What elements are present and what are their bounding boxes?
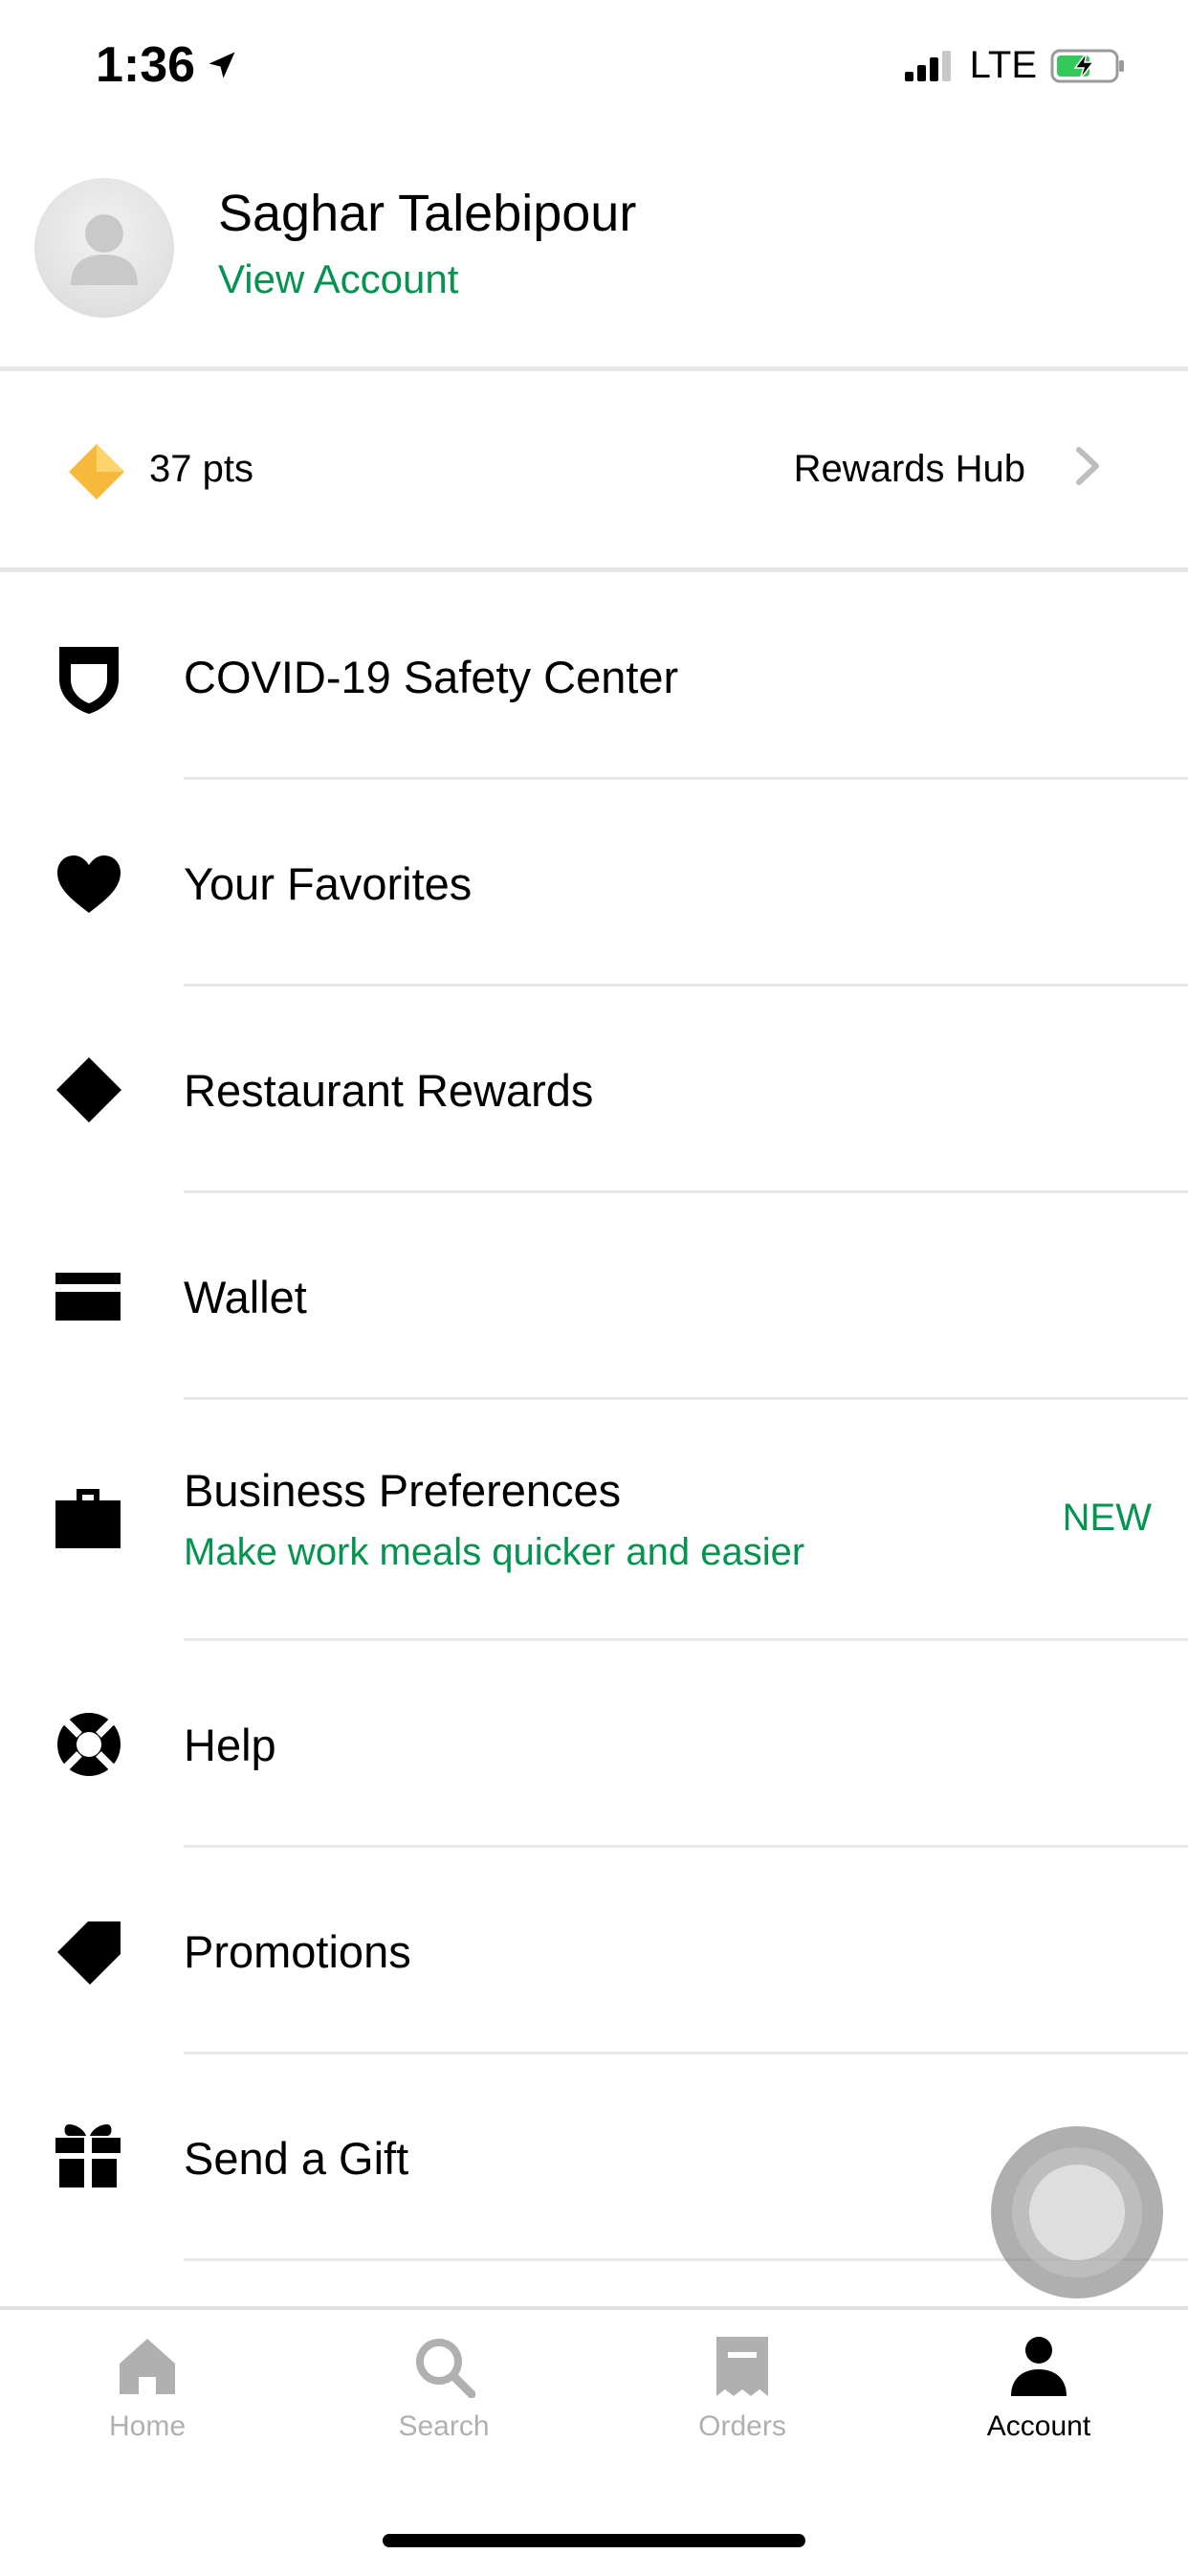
menu-label: Wallet <box>184 1272 307 1322</box>
rewards-row[interactable]: 37 pts Rewards Hub <box>0 373 1188 565</box>
menu-item-covid[interactable]: COVID-19 Safety Center <box>0 572 1188 780</box>
status-bar: 1:36 LTE <box>0 0 1188 134</box>
location-arrow-icon <box>209 52 235 78</box>
menu-label: Send a Gift <box>184 2133 409 2184</box>
tab-label: Account <box>986 2410 1091 2442</box>
lifebuoy-icon <box>57 1713 121 1776</box>
menu-item-wallet[interactable]: Wallet <box>0 1192 1188 1400</box>
menu-item-help[interactable]: Help <box>0 1640 1188 1848</box>
tab-search[interactable]: Search <box>348 2335 539 2443</box>
profile-header[interactable]: Saghar Talebipour View Account <box>0 134 1188 368</box>
rewards-hub-link[interactable]: Rewards Hub <box>794 448 1025 491</box>
tab-orders[interactable]: Orders <box>647 2335 838 2443</box>
status-indicators: LTE <box>903 44 1127 87</box>
tab-label: Home <box>108 2410 187 2442</box>
diamond-icon <box>56 1057 121 1122</box>
home-indicator[interactable] <box>383 2534 805 2547</box>
divider <box>0 366 1188 371</box>
profile-name: Saghar Talebipour <box>218 185 637 242</box>
tab-home[interactable]: Home <box>52 2335 243 2443</box>
assistive-touch-button[interactable] <box>991 2126 1163 2298</box>
tab-label: Orders <box>698 2410 786 2442</box>
menu-item-business-preferences[interactable]: Business Preferences Make work meals qui… <box>0 1399 1188 1641</box>
signal-icon <box>904 50 951 81</box>
time-text: 1:36 <box>96 37 196 93</box>
home-icon <box>120 2339 175 2394</box>
menu-label: Your Favorites <box>184 858 473 909</box>
shield-icon <box>59 647 119 714</box>
battery-charging-icon <box>1050 49 1124 82</box>
assistive-touch-ring <box>1012 2147 1142 2277</box>
tab-label: Search <box>398 2410 490 2442</box>
person-placeholder-icon <box>71 214 138 285</box>
assistive-touch-core <box>1029 2165 1125 2260</box>
menu-item-restaurant-rewards[interactable]: Restaurant Rewards <box>0 986 1188 1193</box>
network-type: LTE <box>969 44 1037 86</box>
chevron-right-icon <box>1076 447 1099 485</box>
account-person-icon <box>1011 2337 1067 2396</box>
status-time: 1:36 <box>96 36 239 94</box>
tab-account[interactable]: Account <box>943 2335 1134 2443</box>
heart-icon <box>57 855 121 913</box>
search-icon <box>416 2339 476 2399</box>
points-balance: 37 pts <box>149 448 253 490</box>
briefcase-icon <box>55 1489 121 1548</box>
gift-icon <box>55 2124 121 2187</box>
menu-label: Promotions <box>184 1926 411 1977</box>
avatar[interactable] <box>34 178 174 318</box>
new-badge: NEW <box>1062 1497 1152 1539</box>
menu-label: Help <box>184 1720 276 1770</box>
receipt-icon <box>716 2337 768 2396</box>
menu-item-promotions[interactable]: Promotions <box>0 1847 1188 2054</box>
menu-label: Restaurant Rewards <box>184 1065 594 1116</box>
menu-subtitle: Make work meals quicker and easier <box>184 1531 805 1573</box>
menu-label: COVID-19 Safety Center <box>184 652 679 702</box>
rewards-diamond-icon <box>69 444 124 500</box>
tag-icon <box>57 1921 121 1985</box>
view-account-link[interactable]: View Account <box>218 256 458 302</box>
menu-item-favorites[interactable]: Your Favorites <box>0 779 1188 987</box>
menu-label: Business Preferences <box>184 1465 622 1516</box>
wallet-icon <box>55 1273 121 1321</box>
